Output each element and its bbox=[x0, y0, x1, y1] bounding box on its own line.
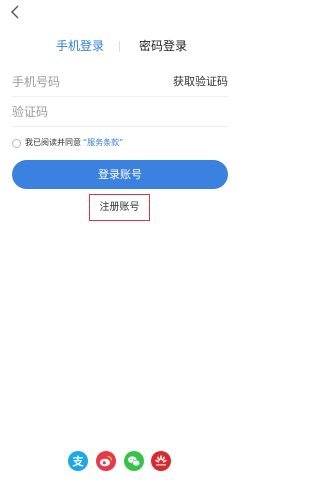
huawei-icon[interactable] bbox=[151, 451, 171, 471]
terms-of-service-link[interactable]: “服务条款” bbox=[83, 137, 123, 149]
phone-input-underline bbox=[12, 96, 228, 97]
agreement-text: 我已阅读并同意 bbox=[25, 138, 81, 147]
register-account-button[interactable]: 注册账号 bbox=[89, 194, 150, 221]
weibo-icon[interactable] bbox=[96, 451, 116, 471]
agreement-checkbox[interactable] bbox=[12, 138, 21, 148]
back-chevron-icon[interactable] bbox=[8, 4, 24, 20]
tab-password-login[interactable]: 密码登录 bbox=[139, 38, 187, 54]
agreement-row: 我已阅读并同意 “服务条款” bbox=[12, 136, 123, 150]
login-button[interactable]: 登录账号 bbox=[12, 160, 228, 189]
tab-divider bbox=[119, 41, 120, 52]
alipay-icon[interactable]: 支 bbox=[68, 451, 88, 471]
get-verification-code-button[interactable]: 获取验证码 bbox=[173, 74, 228, 90]
svg-text:支: 支 bbox=[72, 454, 85, 468]
code-input-underline bbox=[12, 126, 228, 127]
wechat-icon[interactable] bbox=[124, 451, 144, 471]
verification-code-input[interactable]: 验证码 bbox=[12, 104, 228, 120]
tab-phone-login[interactable]: 手机登录 bbox=[56, 38, 104, 54]
